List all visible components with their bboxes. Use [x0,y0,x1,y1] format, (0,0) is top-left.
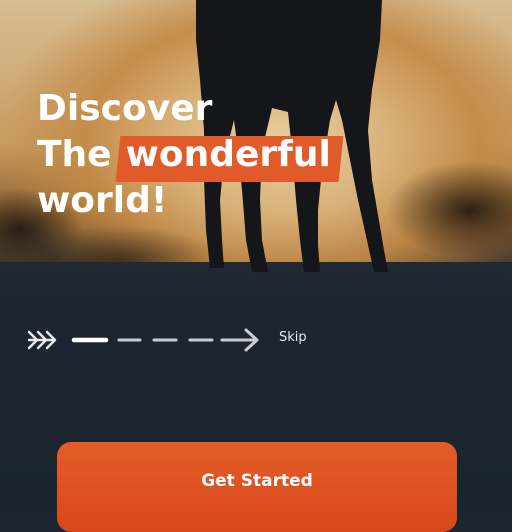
arrow-right-icon [220,328,259,352]
skip-link[interactable]: Skip [279,330,307,345]
onboarding-progress [27,328,259,352]
headline-line-2: The wonderful [37,132,341,178]
headline-line-1: Discover [37,88,213,129]
headline-line-3: world! [37,180,168,221]
headline: Discover The wonderful world! [37,86,341,224]
get-started-button[interactable]: Get Started [57,442,457,532]
headline-highlight-text: wonderful [125,134,331,175]
double-chevron-right-icon [27,330,57,350]
headline-highlight: wonderful [118,132,341,178]
headline-prefix: The [37,134,112,175]
